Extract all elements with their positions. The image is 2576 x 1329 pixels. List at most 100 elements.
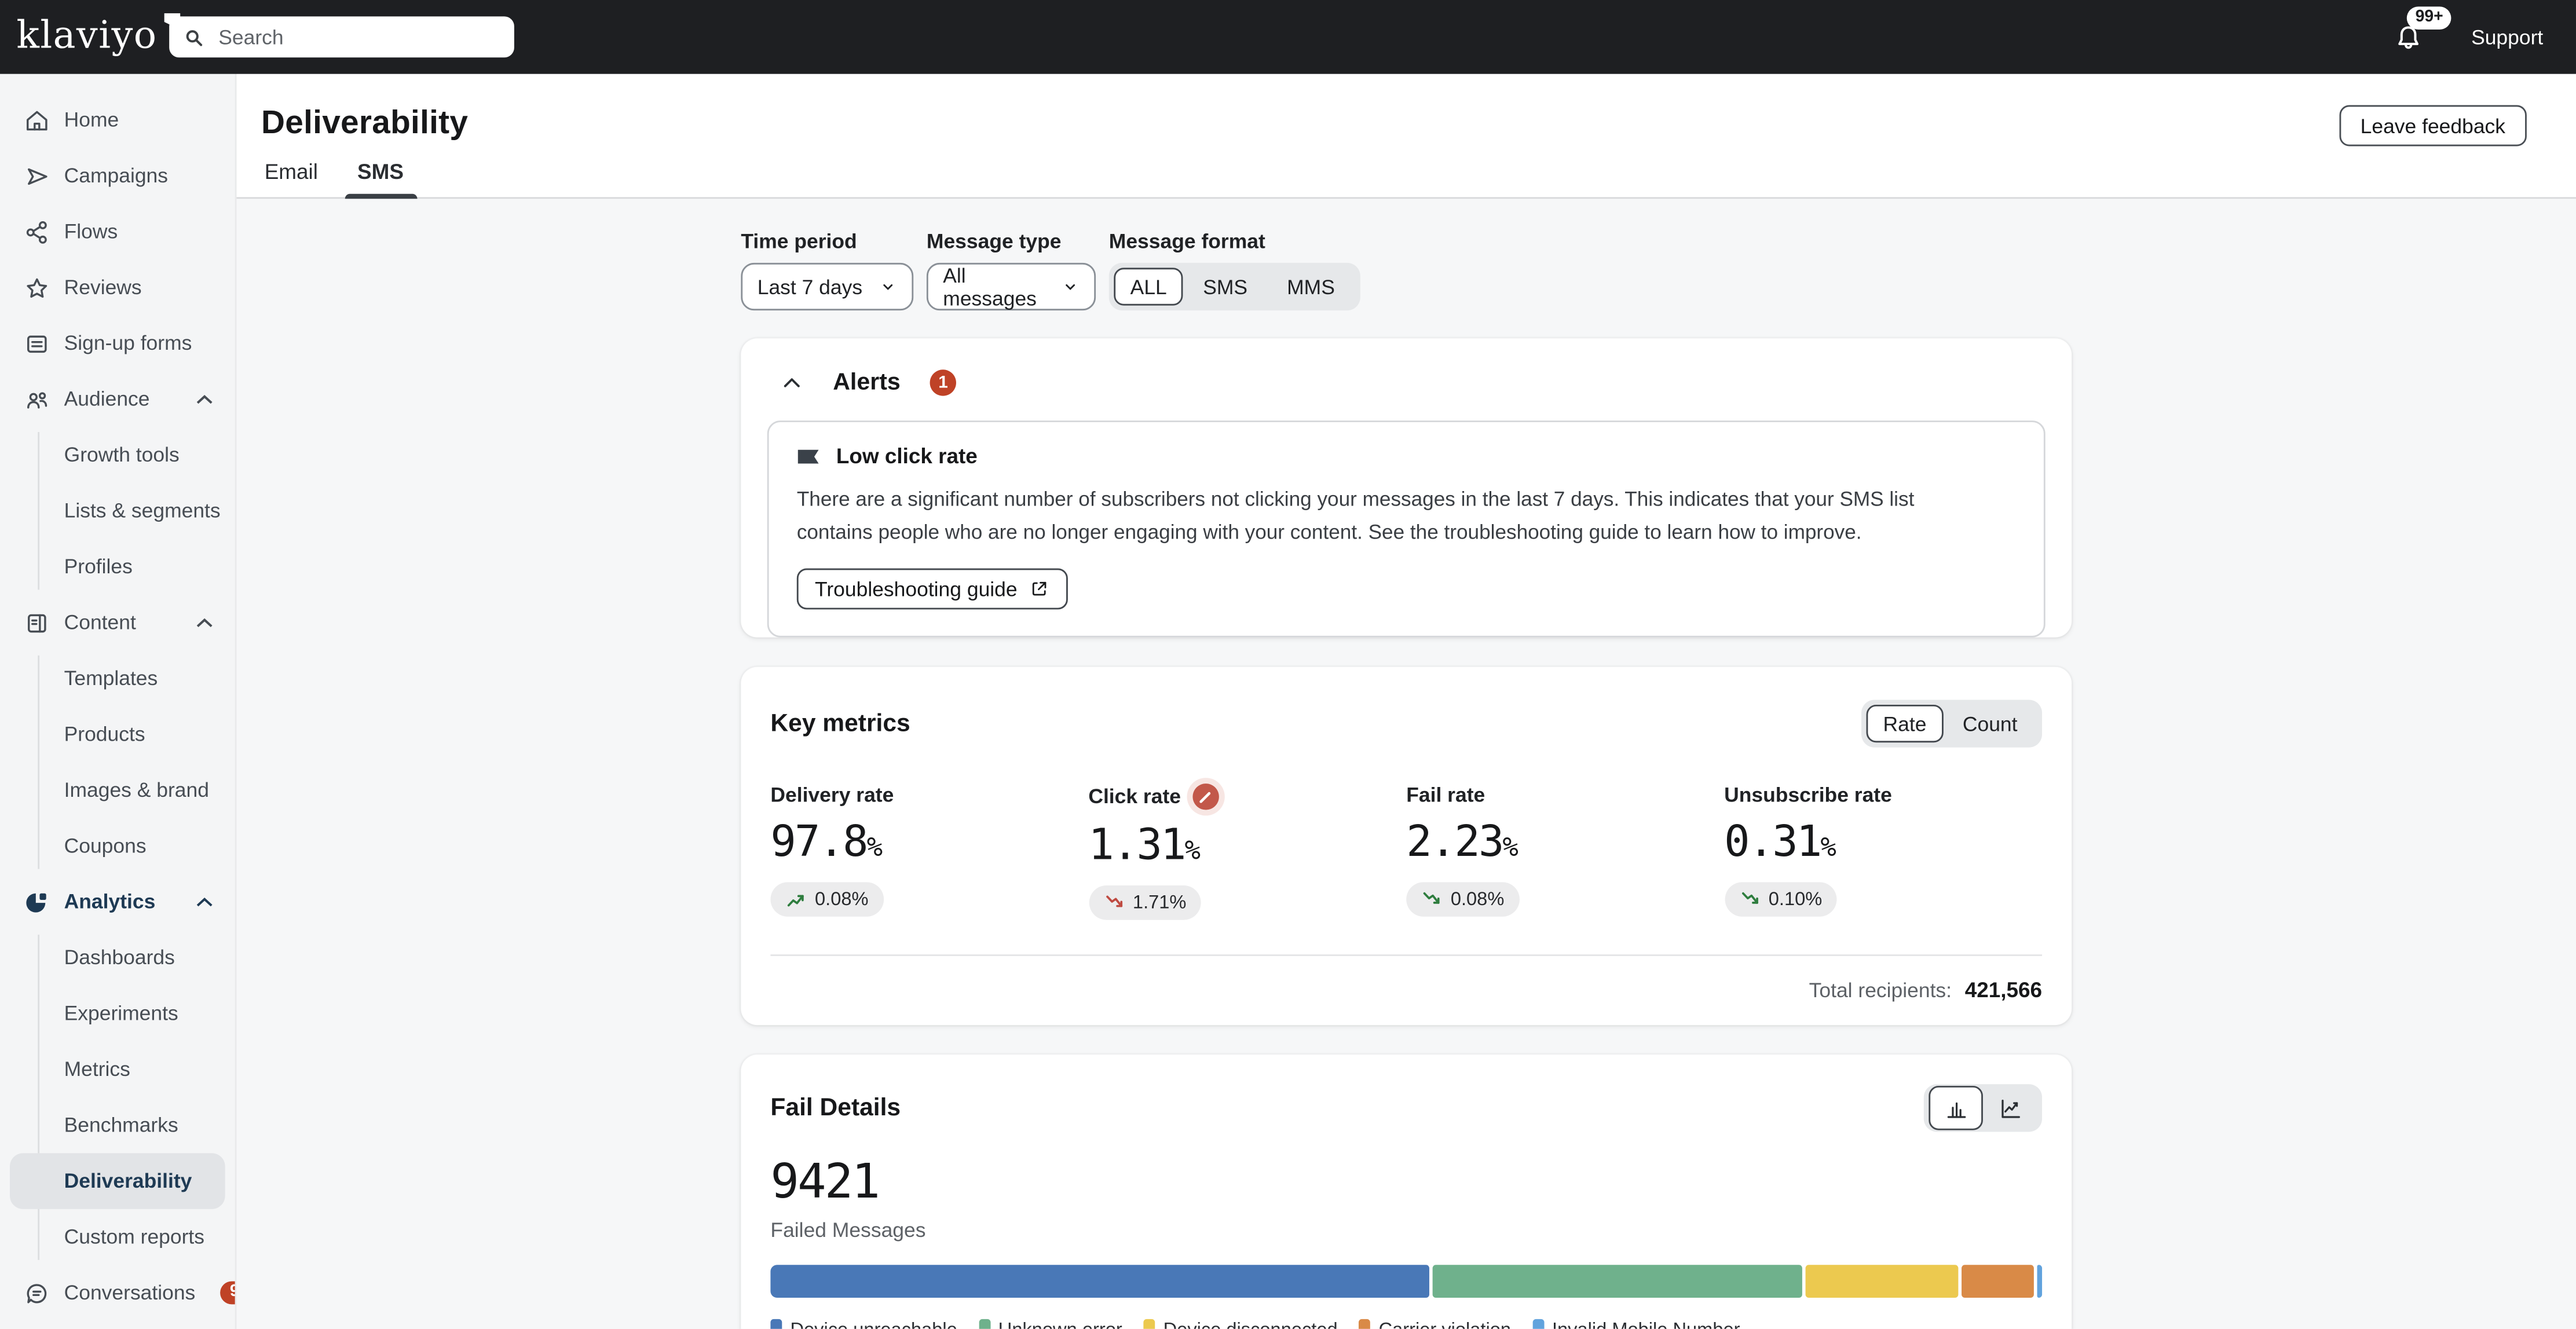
alerts-title: Alerts	[833, 369, 901, 396]
bar-segment-invalid-mobile-number[interactable]	[2037, 1265, 2042, 1298]
troubleshooting-guide-button[interactable]: Troubleshooting guide	[797, 569, 1069, 610]
tab-email[interactable]: Email	[265, 159, 318, 199]
tab-sms[interactable]: SMS	[357, 159, 404, 199]
trend-down-icon	[1739, 889, 1761, 910]
bar-segment-device-unreachable[interactable]	[770, 1265, 1428, 1298]
legend-swatch	[1144, 1319, 1155, 1328]
notification-count-badge: 99+	[2407, 6, 2451, 29]
total-recipients-row: Total recipients: 421,566	[770, 957, 2042, 1002]
bar-segment-unknown-error[interactable]	[1432, 1265, 1802, 1298]
star-icon	[23, 273, 51, 301]
sidebar-item-dashboards[interactable]: Dashboards	[0, 930, 235, 986]
bar-segment-carrier-violation[interactable]	[1962, 1265, 2034, 1298]
trend-down-icon	[1421, 889, 1443, 910]
legend-item: Device disconnected	[1144, 1319, 1338, 1328]
sidebar-item-benchmarks[interactable]: Benchmarks	[0, 1097, 235, 1153]
audience-subgroup: Growth tools Lists & segments Profiles	[0, 427, 235, 595]
format-all-button[interactable]: ALL	[1114, 268, 1183, 305]
sidebar-item-content[interactable]: Content	[0, 595, 235, 650]
conversations-count-badge: 99+	[220, 1282, 237, 1305]
alerts-count-badge: 1	[930, 369, 956, 396]
key-metrics-card: Key metrics Rate Count Delivery rate 97.…	[741, 667, 2072, 1025]
legend-item: Device unreachable	[770, 1319, 957, 1328]
failed-messages-label: Failed Messages	[770, 1219, 2042, 1242]
change-badge: 0.08%	[1406, 883, 1519, 917]
change-badge: 0.10%	[1724, 883, 1837, 917]
rate-toggle-button[interactable]: Rate	[1867, 705, 1943, 742]
sidebar-item-signup-forms[interactable]: Sign-up forms	[0, 316, 235, 371]
sidebar-item-templates[interactable]: Templates	[0, 650, 235, 706]
sidebar-item-flows[interactable]: Flows	[0, 204, 235, 259]
metric-value: 0.31%	[1724, 818, 2042, 867]
filter-bar: Time period Last 7 days Message type All…	[741, 230, 2072, 310]
bar-chart-toggle-button[interactable]	[1929, 1086, 1983, 1131]
trend-down-icon	[1103, 892, 1125, 914]
metric-value: 97.8%	[770, 818, 1088, 867]
sidebar-item-conversations[interactable]: Conversations 99+	[0, 1265, 235, 1320]
message-type-label: Message type	[927, 230, 1096, 253]
key-metrics-title: Key metrics	[770, 710, 910, 738]
sidebar-item-coupons[interactable]: Coupons	[0, 818, 235, 874]
stacked-bar-chart	[770, 1265, 2042, 1298]
send-icon	[23, 162, 51, 189]
change-badge: 0.08%	[770, 883, 883, 917]
pie-chart-icon	[23, 888, 51, 916]
alert-title-row: Low click rate	[797, 444, 1978, 468]
legend-swatch	[770, 1319, 782, 1328]
sidebar-item-custom-reports[interactable]: Custom reports	[0, 1209, 235, 1265]
chevron-up-icon	[191, 609, 218, 636]
bar-segment-device-disconnected[interactable]	[1805, 1265, 1959, 1298]
page-title: Deliverability	[261, 105, 2527, 143]
sidebar-item-experiments[interactable]: Experiments	[0, 986, 235, 1041]
collapse-chevron-icon[interactable]	[780, 371, 803, 394]
notifications-button[interactable]: 99+	[2392, 20, 2425, 53]
legend-swatch	[979, 1319, 990, 1328]
support-link[interactable]: Support	[2471, 25, 2543, 49]
sidebar-item-reviews[interactable]: Reviews	[0, 259, 235, 315]
metric-click-rate: Click rate 1.31% 1.71%	[1088, 784, 1406, 922]
message-type-select[interactable]: All messages	[927, 263, 1096, 310]
sidebar-item-images-brand[interactable]: Images & brand	[0, 762, 235, 818]
leave-feedback-button[interactable]: Leave feedback	[2339, 105, 2527, 147]
home-icon	[23, 106, 51, 134]
sidebar-item-home[interactable]: Home	[0, 92, 235, 148]
count-toggle-button[interactable]: Count	[1943, 705, 2037, 742]
legend-swatch	[1359, 1319, 1371, 1328]
content-icon	[23, 609, 51, 636]
total-recipients-value: 421,566	[1965, 977, 2042, 1002]
tab-bar: Email SMS	[265, 159, 2527, 199]
legend-item: Unknown error	[979, 1319, 1122, 1328]
chat-bubble-icon	[23, 1279, 51, 1306]
main-area: Deliverability Leave feedback Email SMS …	[236, 74, 2576, 1329]
time-period-select[interactable]: Last 7 days	[741, 263, 913, 310]
sidebar-item-profiles[interactable]: Profiles	[0, 539, 235, 594]
time-period-label: Time period	[741, 230, 913, 253]
sidebar-item-growth-tools[interactable]: Growth tools	[0, 427, 235, 483]
sidebar-item-analytics[interactable]: Analytics	[0, 874, 235, 929]
page-header: Deliverability Leave feedback Email SMS	[236, 74, 2576, 199]
alert-body: There are a significant number of subscr…	[797, 485, 1960, 549]
legend-item: Invalid Mobile Number	[1532, 1319, 1740, 1328]
sidebar-item-campaigns[interactable]: Campaigns	[0, 148, 235, 203]
flag-icon	[797, 446, 820, 466]
users-icon	[23, 385, 51, 413]
format-sms-button[interactable]: SMS	[1183, 268, 1267, 305]
rate-count-toggle: Rate Count	[1862, 700, 2042, 748]
search-input[interactable]	[215, 24, 502, 50]
time-period-filter: Time period Last 7 days	[741, 230, 913, 310]
line-chart-toggle-button[interactable]	[1983, 1086, 2037, 1131]
legend-swatch	[1532, 1319, 1544, 1328]
line-chart-icon	[1997, 1095, 2023, 1121]
metric-delivery-rate: Delivery rate 97.8% 0.08%	[770, 784, 1088, 922]
format-mms-button[interactable]: MMS	[1267, 268, 1355, 305]
search-bar[interactable]	[169, 16, 514, 57]
sidebar: Home Campaigns Flows Reviews Sign-up for…	[0, 74, 236, 1329]
sidebar-item-audience[interactable]: Audience	[0, 371, 235, 427]
alert-item: Low click rate There are a significant n…	[767, 420, 2046, 638]
sidebar-item-metrics[interactable]: Metrics	[0, 1041, 235, 1097]
sidebar-item-deliverability[interactable]: Deliverability	[10, 1153, 225, 1209]
sidebar-item-products[interactable]: Products	[0, 706, 235, 762]
alerts-header: Alerts 1	[741, 338, 2072, 396]
content-subgroup: Templates Products Images & brand Coupon…	[0, 650, 235, 874]
sidebar-item-lists-segments[interactable]: Lists & segments	[0, 483, 235, 539]
